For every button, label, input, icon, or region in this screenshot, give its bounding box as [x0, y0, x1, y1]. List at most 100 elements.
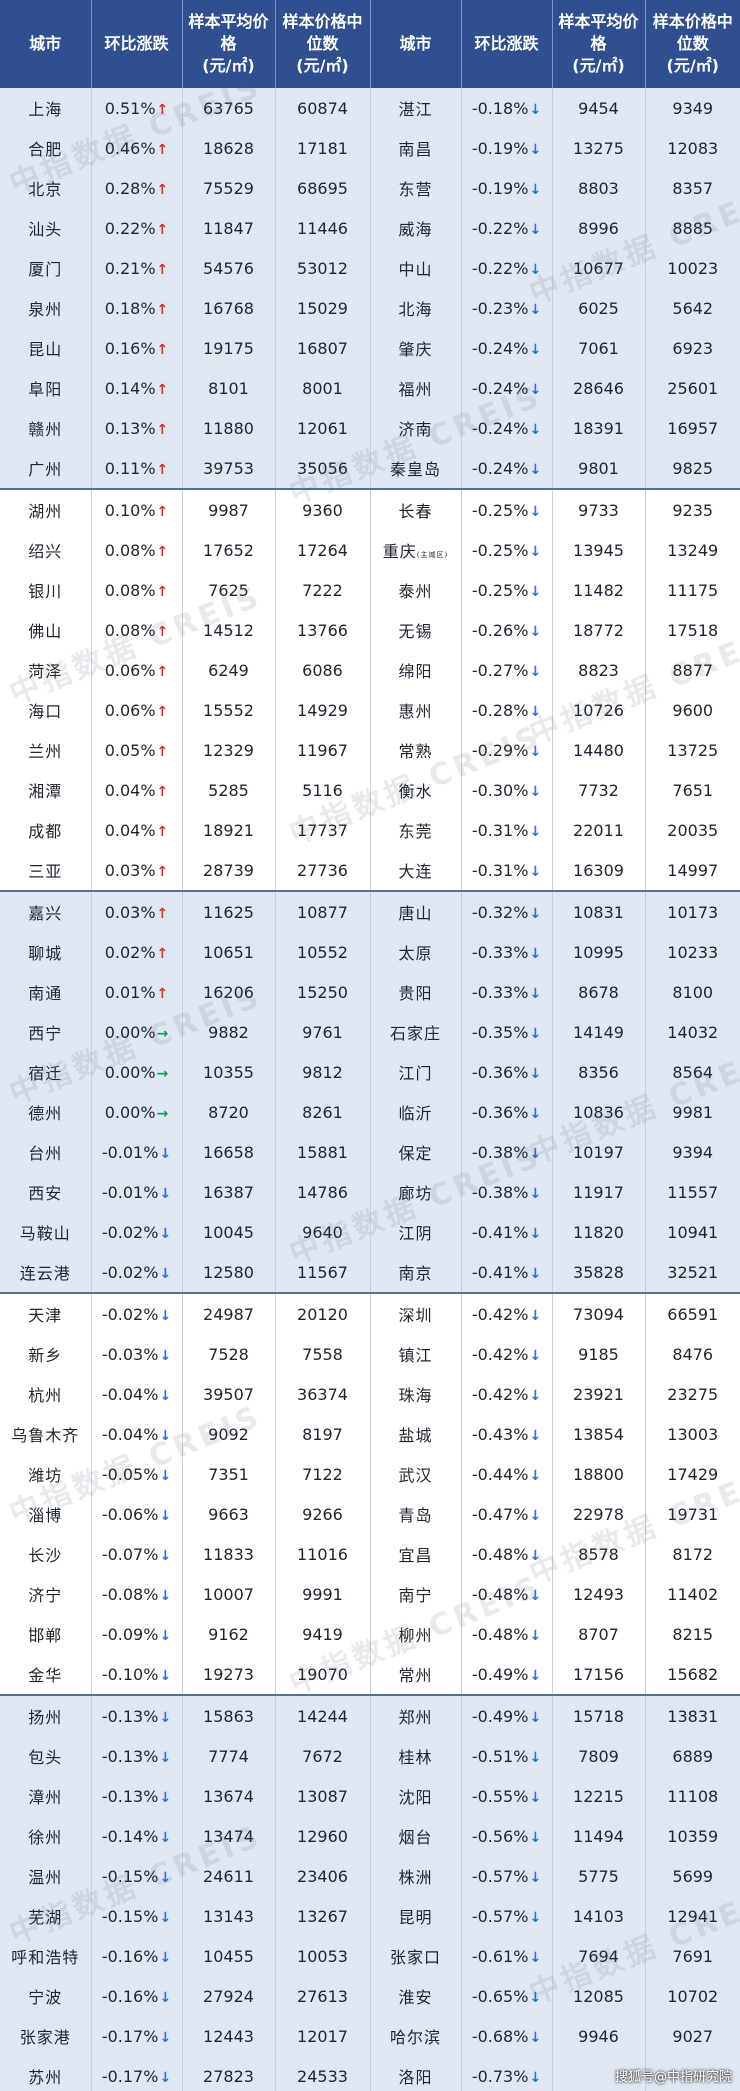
change-cell: -0.38%↓ — [461, 1132, 553, 1172]
change-value: -0.22% — [471, 258, 529, 278]
avg-price-cell: 13945 — [552, 530, 646, 570]
table-row: 芜湖 -0.15%↓ 13143 13267 昆明 -0.57%↓ 14103 12941 — [0, 1896, 740, 1936]
avg-price-cell: 7809 — [552, 1736, 646, 1776]
city-name: 哈尔滨 — [389, 2028, 441, 2047]
arrow-down-icon: ↓ — [529, 623, 542, 640]
table-row: 潍坊 -0.05%↓ 7351 7122 武汉 -0.44%↓ 18800 17429 — [0, 1454, 740, 1494]
arrow-right-icon: → — [156, 1025, 169, 1042]
avg-price-cell: 8678 — [552, 972, 646, 1012]
change-value: -0.01% — [101, 1142, 159, 1162]
city-cell: 绍兴 — [0, 530, 92, 570]
change-value: 0.10% — [104, 500, 156, 520]
city-cell: 新乡 — [0, 1334, 92, 1374]
city-name: 济宁 — [28, 1586, 63, 1605]
table-row: 兰州 0.05%↑ 12329 11967 常熟 -0.29%↓ 14480 13725 — [0, 730, 740, 770]
city-name: 唐山 — [398, 904, 433, 923]
median-price-cell: 14997 — [645, 850, 740, 891]
change-cell: -0.25%↓ — [461, 530, 553, 570]
city-cell: 湛江 — [370, 88, 462, 128]
median-price-cell: 10359 — [645, 1816, 740, 1856]
arrow-up-icon: ↑ — [156, 543, 169, 560]
table-row: 广州 0.11%↑ 39753 35056 秦皇岛 -0.24%↓ 9801 9825 — [0, 448, 740, 489]
table-row: 南通 0.01%↑ 16206 15250 贵阳 -0.33%↓ 8678 8100 — [0, 972, 740, 1012]
city-name: 徐州 — [28, 1828, 63, 1847]
change-value: -0.07% — [101, 1544, 159, 1564]
change-value: -0.10% — [101, 1664, 159, 1684]
city-cell: 银川 — [0, 570, 92, 610]
median-price-cell: 13831 — [645, 1694, 740, 1736]
median-price-cell: 6923 — [645, 328, 740, 368]
city-cell: 洛阳 — [370, 2056, 462, 2091]
table-row: 北京 0.28%↑ 75529 68695 东营 -0.19%↓ 8803 8357 — [0, 168, 740, 208]
avg-price-cell: 12580 — [182, 1252, 276, 1293]
change-cell: -0.68%↓ — [461, 2016, 553, 2056]
arrow-down-icon: ↓ — [529, 1587, 542, 1604]
change-cell: 0.03%↑ — [91, 890, 183, 932]
avg-price-cell: 11917 — [552, 1172, 646, 1212]
city-name: 烟台 — [398, 1828, 433, 1847]
city-name: 江门 — [398, 1064, 433, 1083]
city-name: 泉州 — [28, 300, 63, 319]
table-row: 台州 -0.01%↓ 16658 15881 保定 -0.38%↓ 10197 9394 — [0, 1132, 740, 1172]
city-name: 秦皇岛 — [389, 460, 441, 479]
city-cell: 肇庆 — [370, 328, 462, 368]
table-row: 徐州 -0.14%↓ 13474 12960 烟台 -0.56%↓ 11494 10359 — [0, 1816, 740, 1856]
city-cell: 株洲 — [370, 1856, 462, 1896]
median-price-cell: 12941 — [645, 1896, 740, 1936]
avg-price-cell: 39507 — [182, 1374, 276, 1414]
change-cell: -0.42%↓ — [461, 1292, 553, 1334]
city-name: 南京 — [398, 1264, 433, 1283]
arrow-down-icon: ↓ — [159, 1869, 172, 1886]
arrow-down-icon: ↓ — [529, 1065, 542, 1082]
change-value: 0.16% — [104, 338, 156, 358]
table-row: 海口 0.06%↑ 15552 14929 惠州 -0.28%↓ 10726 9600 — [0, 690, 740, 730]
change-value: -0.43% — [471, 1424, 529, 1444]
change-value: -0.13% — [101, 1786, 159, 1806]
avg-price-cell: 63765 — [182, 88, 276, 128]
city-cell: 昆山 — [0, 328, 92, 368]
change-value: -0.15% — [101, 1906, 159, 1926]
city-name: 郑州 — [398, 1708, 433, 1727]
city-cell: 佛山 — [0, 610, 92, 650]
change-cell: -0.57%↓ — [461, 1896, 553, 1936]
city-name: 德州 — [28, 1104, 63, 1123]
arrow-down-icon: ↓ — [529, 985, 542, 1002]
city-name: 西安 — [28, 1184, 63, 1203]
city-cell: 贵阳 — [370, 972, 462, 1012]
median-price-cell: 14786 — [275, 1172, 371, 1212]
arrow-up-icon: ↑ — [156, 783, 169, 800]
city-name: 厦门 — [28, 260, 63, 279]
change-value: -0.41% — [471, 1222, 529, 1242]
change-value: 0.22% — [104, 218, 156, 238]
change-cell: 0.05%↑ — [91, 730, 183, 770]
city-name: 嘉兴 — [28, 904, 63, 923]
avg-price-cell: 7528 — [182, 1334, 276, 1374]
change-cell: -0.04%↓ — [91, 1414, 183, 1454]
median-price-cell: 10053 — [275, 1936, 371, 1976]
arrow-down-icon: ↓ — [529, 461, 542, 478]
change-cell: -0.38%↓ — [461, 1172, 553, 1212]
arrow-down-icon: ↓ — [529, 503, 542, 520]
change-cell: -0.28%↓ — [461, 690, 553, 730]
change-value: -0.04% — [101, 1384, 159, 1404]
median-price-cell: 13249 — [645, 530, 740, 570]
arrow-down-icon: ↓ — [529, 1989, 542, 2006]
table-header: 城市 环比涨跌 样本平均价格 (元/㎡) 样本价格中位数 (元/㎡) 城市 环比涨跌… — [0, 0, 740, 88]
avg-price-cell: 10455 — [182, 1936, 276, 1976]
median-price-cell: 10173 — [645, 890, 740, 932]
city-price-table: 城市 环比涨跌 样本平均价格 (元/㎡) 样本价格中位数 (元/㎡) 城市 环比涨跌… — [0, 0, 740, 2091]
median-price-cell: 5699 — [645, 1856, 740, 1896]
table-row: 西安 -0.01%↓ 16387 14786 廊坊 -0.38%↓ 11917 11557 — [0, 1172, 740, 1212]
median-price-cell: 10877 — [275, 890, 371, 932]
city-cell: 镇江 — [370, 1334, 462, 1374]
city-name: 宜昌 — [398, 1546, 433, 1565]
change-cell: -0.04%↓ — [91, 1374, 183, 1414]
header-median-price: 样本价格中位数 (元/㎡) — [645, 0, 740, 88]
median-price-cell: 9825 — [645, 448, 740, 489]
avg-price-cell: 11880 — [182, 408, 276, 448]
header-city: 城市 — [370, 0, 462, 88]
median-price-cell: 53012 — [275, 248, 371, 288]
change-cell: -0.32%↓ — [461, 890, 553, 932]
change-cell: -0.02%↓ — [91, 1292, 183, 1334]
change-cell: -0.16%↓ — [91, 1936, 183, 1976]
